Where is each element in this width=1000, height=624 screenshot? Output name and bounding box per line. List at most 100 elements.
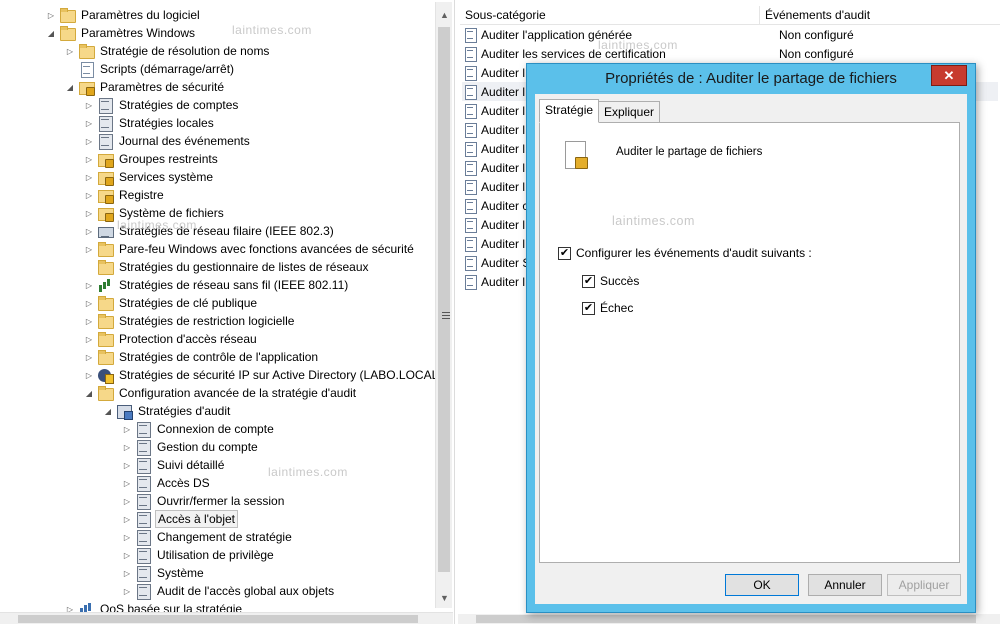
tree-item-registre[interactable]: ▷ Registre (84, 186, 166, 204)
expand-arrow-icon[interactable]: ▷ (122, 420, 132, 438)
expand-arrow-icon[interactable]: ▷ (84, 330, 94, 348)
tree-item-services-systeme[interactable]: ▷ Services système (84, 168, 215, 186)
policy-icon (135, 511, 151, 528)
tree-item-parametres-du-logiciel[interactable]: ▷ Paramètres du logiciel (46, 6, 202, 24)
tree-item-strategies-de-securite-ip-sur-active-directory-labo-local[interactable]: ▷ Stratégies de sécurité IP sur Active Di… (84, 366, 444, 384)
expand-arrow-icon[interactable]: ▷ (65, 42, 75, 60)
expand-arrow-icon[interactable]: ▷ (84, 96, 94, 114)
tab-expliquer[interactable]: Expliquer (598, 101, 661, 123)
apply-button[interactable]: Appliquer (887, 574, 961, 596)
tree-item-ouvrir-fermer-la-session[interactable]: ▷ Ouvrir/fermer la session (122, 492, 286, 510)
tree-item-label: Stratégies de sécurité IP sur Active Dir… (119, 368, 443, 382)
tree-item-strategies-de-reseau-filaire-ieee-802-3[interactable]: ▷ Stratégies de réseau filaire (IEEE 802.… (84, 222, 336, 240)
expand-arrow-icon[interactable]: ▷ (84, 348, 94, 366)
failure-row[interactable]: ✔ Échec (582, 301, 633, 315)
expand-arrow-icon[interactable]: ▷ (122, 510, 132, 528)
policy-icon (135, 475, 151, 492)
expand-arrow-icon[interactable]: ▷ (122, 546, 132, 564)
expand-arrow-icon[interactable]: ▷ (84, 150, 94, 168)
column-header-audit-events[interactable]: Événements d'audit (760, 6, 1000, 25)
tree-item-groupes-restreints[interactable]: ▷ Groupes restreints (84, 150, 220, 168)
success-row[interactable]: ✔ Succès (582, 274, 639, 288)
failure-checkbox[interactable]: ✔ (582, 301, 595, 315)
expand-arrow-icon[interactable]: ▷ (84, 312, 94, 330)
success-checkbox[interactable]: ✔ (582, 274, 595, 288)
scroll-down-icon[interactable]: ▼ (436, 589, 453, 606)
close-button[interactable]: ✕ (931, 65, 967, 86)
tree-item-strategies-de-cle-publique[interactable]: ▷ Stratégies de clé publique (84, 294, 259, 312)
tree-item-strategies-de-controle-de-l-application[interactable]: ▷ Stratégies de contrôle de l'application (84, 348, 320, 366)
tree-item-systeme-de-fichiers[interactable]: ▷ Système de fichiers (84, 204, 226, 222)
lockfolder-icon (97, 151, 114, 168)
list-horizontal-scrollbar[interactable] (458, 614, 1000, 624)
tree-item-configuration-avancee-de-la-strategie-d-audit[interactable]: ◢ Configuration avancée de la stratégie d… (84, 384, 358, 402)
expand-arrow-icon[interactable]: ▷ (84, 168, 94, 186)
tree-item-systeme[interactable]: ▷ Système (122, 564, 206, 582)
tree-item-strategies-d-audit[interactable]: ◢ Stratégies d'audit (103, 402, 232, 420)
tree-item-parametres-windows[interactable]: ◢ Paramètres Windows (46, 24, 197, 42)
expand-arrow-icon[interactable]: ▷ (122, 582, 132, 600)
tree-item-strategies-de-restriction-logicielle[interactable]: ▷ Stratégies de restriction logicielle (84, 312, 296, 330)
expand-arrow-icon[interactable]: ▷ (46, 6, 56, 24)
audit-policy-icon (462, 274, 478, 290)
expand-arrow-icon[interactable]: ▷ (84, 366, 94, 384)
expand-arrow-icon[interactable]: ▷ (122, 474, 132, 492)
policy-icon (135, 439, 151, 456)
tree-item-acces-a-l-objet[interactable]: ▷ Accès à l'objet (122, 510, 238, 528)
policy-icon (135, 565, 151, 582)
scrollbar-thumb[interactable] (18, 615, 418, 623)
scrollbar-thumb[interactable] (438, 27, 450, 572)
tree-item-protection-d-acces-reseau[interactable]: ▷ Protection d'accès réseau (84, 330, 259, 348)
tree-item-gestion-du-compte[interactable]: ▷ Gestion du compte (122, 438, 260, 456)
tree-item-utilisation-de-privilege[interactable]: ▷ Utilisation de privilège (122, 546, 276, 564)
expand-arrow-icon[interactable]: ▷ (122, 456, 132, 474)
tree-item-strategies-du-gestionnaire-de-listes-de-reseaux[interactable]: ▷Stratégies du gestionnaire de listes de… (84, 258, 371, 276)
collapse-arrow-icon[interactable]: ◢ (103, 402, 113, 420)
configure-events-checkbox[interactable]: ✔ (558, 246, 571, 260)
scrollbar-thumb[interactable] (476, 615, 976, 623)
list-row[interactable]: Auditer les services de certification Non… (462, 44, 998, 63)
expand-arrow-icon[interactable]: ▷ (122, 528, 132, 546)
collapse-arrow-icon[interactable]: ◢ (65, 78, 75, 96)
dialog-title: Propriétés de : Auditer le partage de fi… (605, 70, 897, 87)
scroll-up-icon[interactable]: ▲ (436, 6, 453, 23)
tree-item-strategies-de-reseau-sans-fil-ieee-802-11[interactable]: ▷ Stratégies de réseau sans fil (IEEE 802… (84, 276, 350, 294)
expand-arrow-icon[interactable]: ▷ (84, 114, 94, 132)
expand-arrow-icon[interactable]: ▷ (122, 438, 132, 456)
tree-item-changement-de-strategie[interactable]: ▷ Changement de stratégie (122, 528, 294, 546)
tree-item-strategies-locales[interactable]: ▷ Stratégies locales (84, 114, 216, 132)
configure-events-row[interactable]: ✔ Configurer les événements d'audit suiv… (558, 246, 812, 260)
expand-arrow-icon[interactable]: ▷ (84, 204, 94, 222)
tree-item-strategie-de-resolution-de-noms[interactable]: ▷ Stratégie de résolution de noms (65, 42, 271, 60)
expand-arrow-icon[interactable]: ▷ (122, 492, 132, 510)
tab-strategie[interactable]: Stratégie (539, 99, 600, 123)
column-header-subcategory[interactable]: Sous-catégorie (460, 6, 760, 25)
expand-arrow-icon[interactable]: ▷ (84, 294, 94, 312)
ok-button[interactable]: OK (725, 574, 799, 596)
tree-item-audit-de-l-acces-global-aux-objets[interactable]: ▷ Audit de l'accès global aux objets (122, 582, 336, 600)
tree-vertical-scrollbar[interactable]: ▲ ▼ (435, 2, 452, 608)
tree-item-label: Accès à l'objet (155, 510, 238, 528)
expand-arrow-icon[interactable]: ▷ (84, 222, 94, 240)
tree-item-strategies-de-comptes[interactable]: ▷ Stratégies de comptes (84, 96, 240, 114)
expand-arrow-icon[interactable]: ▷ (84, 276, 94, 294)
tree-item-connexion-de-compte[interactable]: ▷ Connexion de compte (122, 420, 276, 438)
cancel-button[interactable]: Annuler (808, 574, 882, 596)
tree-item-pare-feu-windows-avec-fonctions-avancees-de-securite[interactable]: ▷ Pare-feu Windows avec fonctions avancée… (84, 240, 416, 258)
tree-item-journal-des-evenements[interactable]: ▷ Journal des événements (84, 132, 252, 150)
tree-item-scripts-demarrage-arret[interactable]: ▷Scripts (démarrage/arrêt) (65, 60, 236, 78)
tree-item-acces-ds[interactable]: ▷ Accès DS (122, 474, 212, 492)
tree-item-suivi-detaille[interactable]: ▷ Suivi détaillé (122, 456, 226, 474)
tree-item-label: Stratégies de clé publique (119, 296, 258, 310)
audit-policy-icon (462, 236, 478, 252)
expand-arrow-icon[interactable]: ▷ (84, 132, 94, 150)
expand-arrow-icon[interactable]: ▷ (84, 240, 94, 258)
expand-arrow-icon[interactable]: ▷ (122, 564, 132, 582)
tree-item-parametres-de-securite[interactable]: ◢ Paramètres de sécurité (65, 78, 226, 96)
collapse-arrow-icon[interactable]: ◢ (46, 24, 56, 42)
tree-item-label: Stratégies du gestionnaire de listes de … (119, 260, 369, 274)
collapse-arrow-icon[interactable]: ◢ (84, 384, 94, 402)
tree-horizontal-scrollbar[interactable] (0, 612, 453, 624)
list-row[interactable]: Auditer l'application générée Non configu… (462, 25, 998, 44)
expand-arrow-icon[interactable]: ▷ (84, 186, 94, 204)
